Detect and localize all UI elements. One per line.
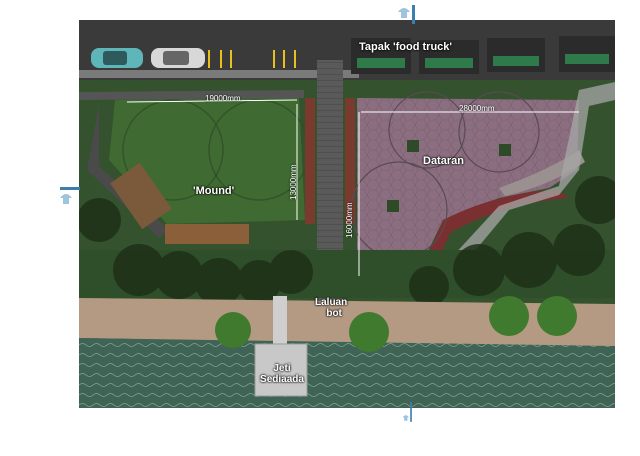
dim-mound-depth: 13000mm bbox=[289, 164, 298, 200]
label-plaza: Dataran bbox=[423, 155, 464, 167]
view-arrow-left-icon bbox=[60, 187, 80, 204]
dim-mound-width: 19000mm bbox=[205, 94, 241, 103]
car-teal bbox=[91, 48, 143, 68]
label-boat-path: Laluan bot bbox=[315, 297, 348, 319]
site-plan: 19000mm 13000mm 28000mm 16000mm Tapak 'f… bbox=[79, 20, 615, 408]
dim-plaza-width: 28000mm bbox=[459, 104, 495, 113]
tree-pit bbox=[387, 200, 399, 212]
view-arrow-bottom-icon bbox=[402, 402, 412, 422]
label-boat-path-line1: Laluan bbox=[315, 297, 348, 308]
tree-pit bbox=[499, 144, 511, 156]
label-boat-path-line2: bot bbox=[326, 307, 342, 319]
river bbox=[79, 338, 615, 408]
dim-plaza-depth: 16000mm bbox=[345, 202, 354, 238]
car-white bbox=[151, 48, 205, 68]
label-jetty: Jeti Sediaada bbox=[257, 363, 307, 385]
label-food-truck: Tapak 'food truck' bbox=[359, 41, 453, 53]
label-jetty-line2: Sediaada bbox=[260, 373, 304, 385]
label-mound: 'Mound' bbox=[193, 185, 235, 197]
tree-pit bbox=[407, 140, 419, 152]
jetty-walk bbox=[273, 296, 287, 344]
label-jetty-line1: Jeti bbox=[273, 363, 291, 374]
planter-left bbox=[305, 98, 315, 224]
deck bbox=[165, 224, 249, 244]
view-arrow-top-icon bbox=[398, 5, 415, 24]
